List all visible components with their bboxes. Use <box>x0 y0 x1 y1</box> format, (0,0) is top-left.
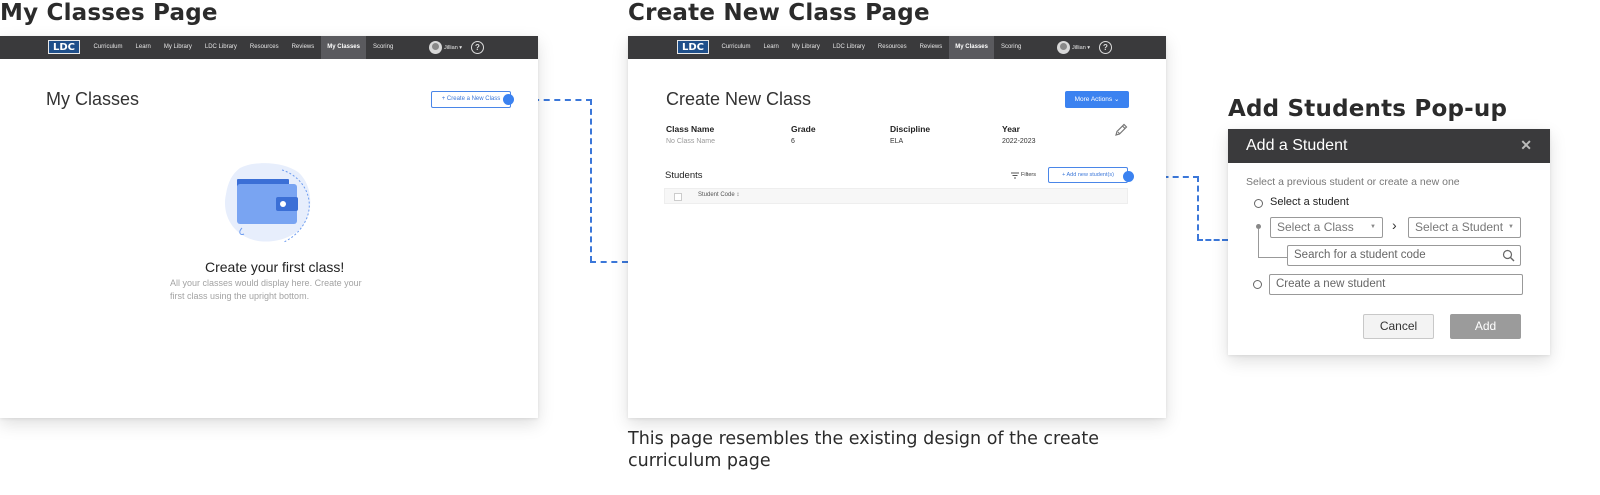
search-placeholder: Search for a student code <box>1294 249 1426 261</box>
user-menu[interactable]: Jillian ▾ <box>1057 41 1090 54</box>
connector-line <box>1197 239 1228 241</box>
year-value: 2022-2023 <box>1002 138 1036 145</box>
discipline-label: Discipline <box>890 124 931 134</box>
modal-subtitle: Select a previous student or create a ne… <box>1246 176 1460 188</box>
filter-icon[interactable] <box>1011 172 1019 179</box>
filters-button[interactable]: Filters <box>1021 172 1036 178</box>
grade-label: Grade <box>791 124 816 134</box>
create-class-page-heading: Create New Class Page <box>628 0 930 26</box>
select-student-radio[interactable] <box>1254 199 1263 208</box>
modal-header: Add a Student ✕ <box>1228 129 1550 163</box>
empty-wallet-illustration <box>224 163 311 243</box>
avatar <box>1057 41 1070 54</box>
students-label: Students <box>665 170 703 181</box>
modal-title: Add a Student <box>1246 137 1348 154</box>
create-new-student-input[interactable]: Create a new student <box>1269 274 1523 295</box>
connector-line <box>1197 176 1199 240</box>
class-name-label: Class Name <box>666 124 715 134</box>
nav-item-curriculum[interactable]: Curriculum <box>87 36 129 59</box>
empty-state-description: All your classes would display here. Cre… <box>170 278 362 301</box>
cancel-button[interactable]: Cancel <box>1363 314 1434 339</box>
empty-state-title: Create your first class! <box>205 259 345 275</box>
edit-pencil-icon[interactable] <box>1113 122 1129 138</box>
user-menu[interactable]: Jillian ▾ <box>429 41 462 54</box>
nav-menu: Curriculum Learn My Library LDC Library … <box>87 36 400 59</box>
chevron-right-icon: › <box>1392 217 1397 233</box>
students-table-header: Student Code ↕ <box>664 188 1128 204</box>
nav-item-ldc-library[interactable]: LDC Library <box>198 36 243 59</box>
my-classes-page-heading: My Classes Page <box>0 0 218 26</box>
ldc-logo[interactable]: LDC <box>48 40 80 54</box>
connector-dot <box>503 94 514 105</box>
create-new-class-button[interactable]: + Create a New Class <box>431 91 511 108</box>
nav-item-resources[interactable]: Resources <box>871 36 913 59</box>
select-all-checkbox[interactable] <box>674 193 682 201</box>
top-nav: LDC Curriculum Learn My Library LDC Libr… <box>628 36 1166 59</box>
add-button[interactable]: Add <box>1450 314 1521 339</box>
student-code-search-input[interactable]: Search for a student code <box>1287 245 1521 266</box>
help-icon[interactable]: ? <box>471 41 484 54</box>
connector-line <box>590 99 592 262</box>
grade-value: 6 <box>791 138 795 145</box>
user-name: Jillian ▾ <box>444 44 463 51</box>
year-label: Year <box>1002 124 1020 134</box>
select-class-placeholder: Select a Class <box>1277 220 1354 234</box>
class-name-value: No Class Name <box>666 138 716 145</box>
nav-item-learn[interactable]: Learn <box>757 36 785 59</box>
nav-item-ldc-library[interactable]: LDC Library <box>826 36 871 59</box>
page-title: My Classes <box>46 89 140 109</box>
nav-item-curriculum[interactable]: Curriculum <box>715 36 757 59</box>
nav-item-my-classes[interactable]: My Classes <box>320 36 367 59</box>
nav-item-my-classes[interactable]: My Classes <box>948 36 995 59</box>
connector-dot <box>1123 171 1134 182</box>
nav-menu: Curriculum Learn My Library LDC Library … <box>715 36 1028 59</box>
select-student-label: Select a student <box>1270 196 1349 208</box>
help-icon[interactable]: ? <box>1099 41 1112 54</box>
nav-item-learn[interactable]: Learn <box>129 36 157 59</box>
my-classes-frame: LDC Curriculum Learn My Library LDC Libr… <box>0 36 538 418</box>
nav-item-scoring[interactable]: Scoring <box>366 36 399 59</box>
search-icon[interactable] <box>1502 249 1515 262</box>
nav-item-reviews[interactable]: Reviews <box>913 36 949 59</box>
user-name: Jillian ▾ <box>1072 44 1091 51</box>
select-student-placeholder: Select a Student <box>1415 220 1504 234</box>
avatar <box>429 41 442 54</box>
chevron-down-icon: ▼ <box>1370 224 1376 230</box>
top-nav: LDC Curriculum Learn My Library LDC Libr… <box>0 36 538 59</box>
close-icon[interactable]: ✕ <box>1520 137 1532 154</box>
create-class-frame: LDC Curriculum Learn My Library LDC Libr… <box>628 36 1166 418</box>
nav-item-resources[interactable]: Resources <box>243 36 285 59</box>
design-note-caption: This page resembles the existing design … <box>628 429 1099 471</box>
chevron-down-icon: ▼ <box>1508 224 1514 230</box>
page-title: Create New Class <box>666 89 812 109</box>
select-class-dropdown[interactable]: Select a Class ▼ <box>1270 217 1383 238</box>
nav-item-my-library[interactable]: My Library <box>785 36 826 59</box>
create-student-radio[interactable] <box>1253 280 1262 289</box>
student-code-column-header[interactable]: Student Code ↕ <box>698 192 739 198</box>
add-new-students-button[interactable]: + Add new student(s) <box>1048 167 1128 183</box>
nav-item-scoring[interactable]: Scoring <box>994 36 1027 59</box>
ldc-logo[interactable]: LDC <box>677 40 709 54</box>
add-student-modal: Add a Student ✕ Select a previous studen… <box>1228 129 1550 355</box>
more-actions-button[interactable]: More Actions ⌄ <box>1065 91 1129 108</box>
add-students-popup-heading: Add Students Pop-up <box>1228 96 1508 122</box>
connector-line <box>590 261 628 263</box>
select-student-dropdown[interactable]: Select a Student ▼ <box>1408 217 1521 238</box>
nav-item-my-library[interactable]: My Library <box>157 36 198 59</box>
discipline-value: ELA <box>890 138 904 145</box>
create-student-placeholder: Create a new student <box>1276 278 1386 290</box>
nav-item-reviews[interactable]: Reviews <box>285 36 321 59</box>
